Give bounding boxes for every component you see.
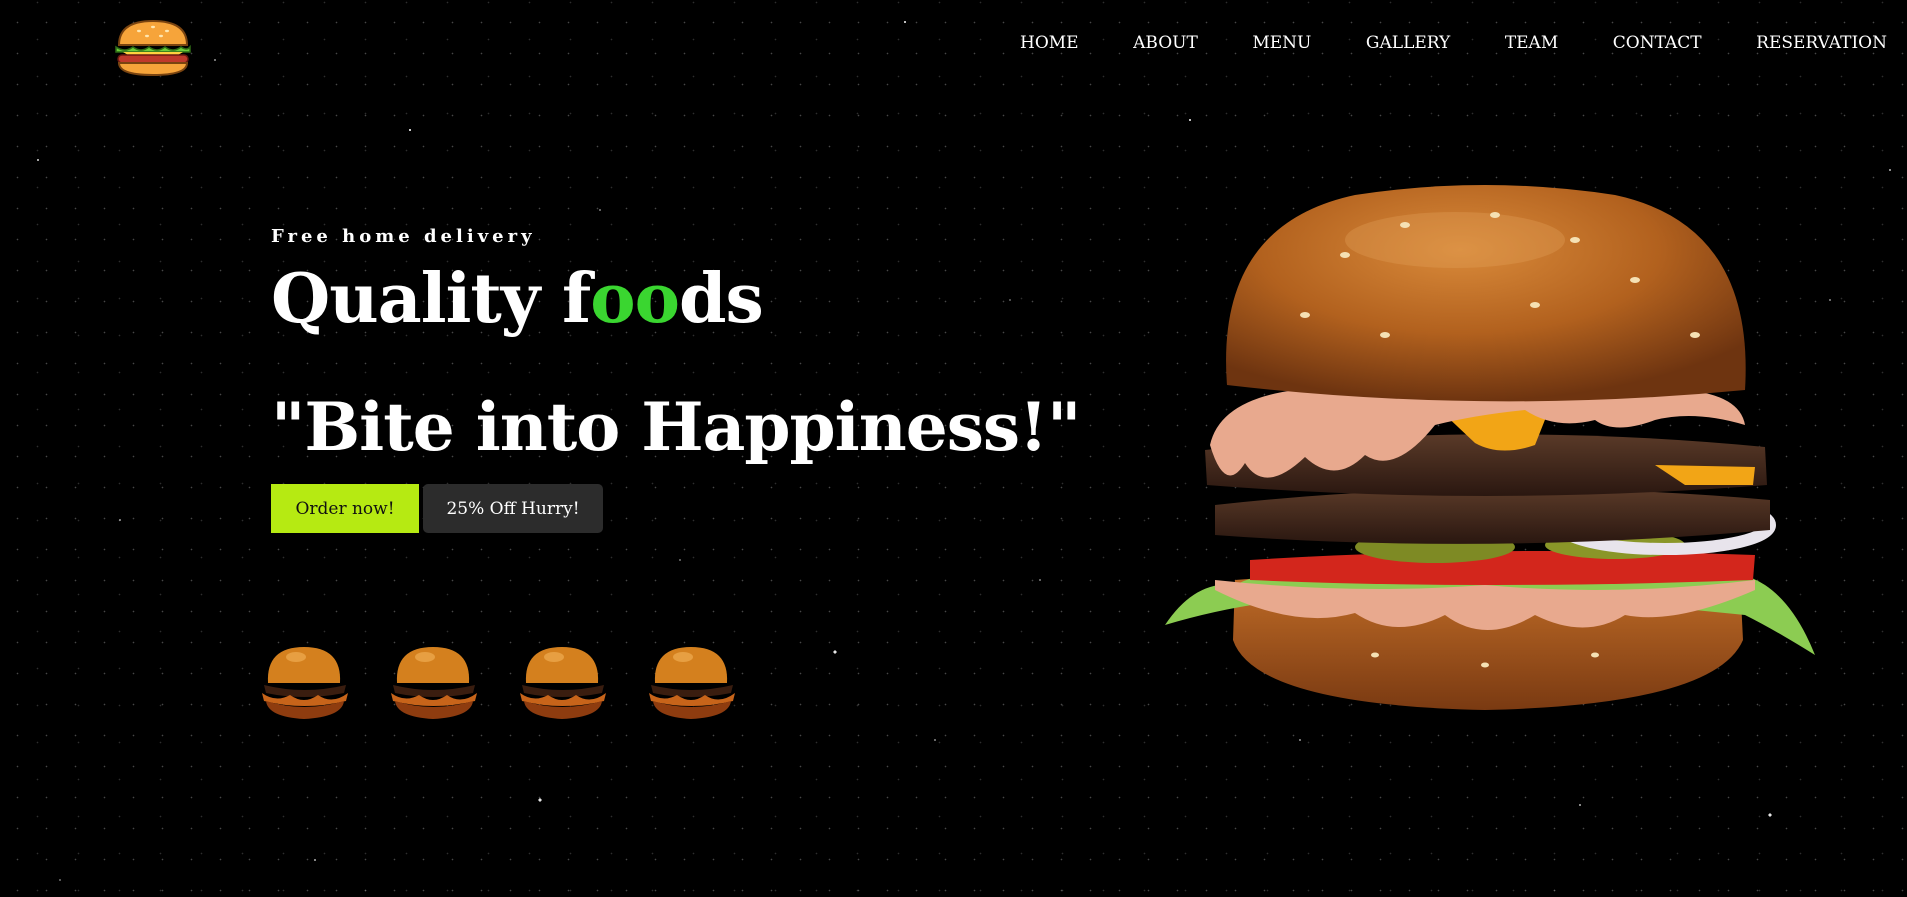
nav-home[interactable]: HOME (1020, 33, 1079, 53)
nav-contact[interactable]: CONTACT (1613, 33, 1702, 53)
nav-team[interactable]: TEAM (1505, 33, 1558, 53)
discount-offer-button[interactable]: 25% Off Hurry! (423, 484, 603, 533)
nav-menu[interactable]: MENU (1252, 33, 1311, 53)
nav-about[interactable]: ABOUT (1133, 33, 1198, 53)
hero-title-suffix: ds (678, 259, 764, 339)
nav-reservation[interactable]: RESERVATION (1756, 33, 1887, 53)
hero-title: Quality foods (271, 259, 1080, 339)
burger-hero-image (1165, 185, 1815, 710)
burger-logo-icon[interactable] (113, 19, 193, 77)
burger-thumbnail-icon[interactable] (256, 641, 353, 723)
burger-thumbnail-icon[interactable] (385, 641, 482, 723)
hero-slogan: "Bite into Happiness!" (271, 388, 1081, 466)
burger-thumbnail-icon[interactable] (643, 641, 740, 723)
burger-thumbnail-icon[interactable] (514, 641, 611, 723)
hero-title-accent: oo (590, 259, 680, 339)
hero-title-prefix: Quality f (271, 259, 591, 339)
hero-section: Free home delivery Quality foods "Bite i… (271, 225, 1081, 533)
site-header: HOME ABOUT MENU GALLERY TEAM CONTACT RES… (0, 0, 1907, 90)
hero-tagline: Free home delivery (271, 226, 536, 247)
main-nav: HOME ABOUT MENU GALLERY TEAM CONTACT RES… (1020, 33, 1887, 53)
hero-buttons: Order now! 25% Off Hurry! (271, 484, 1080, 533)
order-now-button[interactable]: Order now! (271, 484, 419, 533)
nav-gallery[interactable]: GALLERY (1366, 33, 1450, 53)
burger-thumbnail-row (256, 641, 740, 723)
